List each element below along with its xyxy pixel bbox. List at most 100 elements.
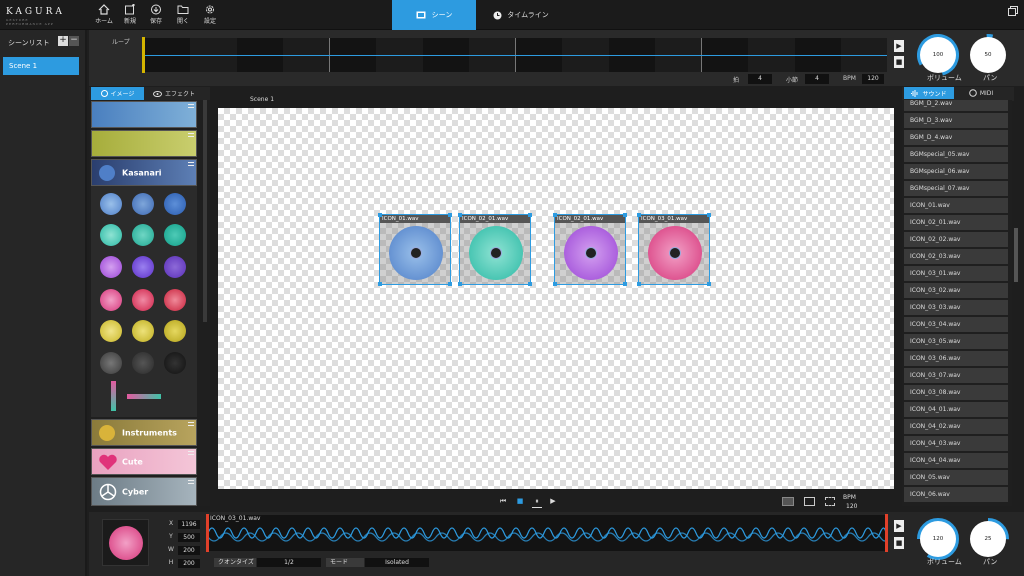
window-icon[interactable] bbox=[804, 497, 815, 506]
home-button[interactable]: ホーム bbox=[93, 4, 115, 28]
waveform-display[interactable] bbox=[207, 515, 887, 551]
settings-button[interactable]: 設定 bbox=[199, 4, 221, 28]
sound-list-scrollbar[interactable] bbox=[1014, 228, 1018, 282]
swatch-teal-3[interactable] bbox=[164, 224, 186, 246]
sound-item[interactable]: ICON_04_01.wav bbox=[904, 402, 1008, 417]
stop-button[interactable]: ■ bbox=[516, 497, 524, 505]
sound-item[interactable]: ICON_02_02.wav bbox=[904, 232, 1008, 247]
library-category-yellow[interactable] bbox=[91, 130, 197, 157]
tab-effect[interactable]: エフェクト bbox=[146, 87, 202, 100]
swatch-purple-3[interactable] bbox=[164, 256, 186, 278]
resize-handle[interactable] bbox=[458, 282, 462, 286]
sound-item[interactable]: ICON_03_02.wav bbox=[904, 283, 1008, 298]
sound-item[interactable]: ICON_03_05.wav bbox=[904, 334, 1008, 349]
sound-item[interactable]: ICON_03_07.wav bbox=[904, 368, 1008, 383]
tab-sound-overlay[interactable]: サウンド bbox=[904, 87, 954, 99]
bpm-value[interactable]: 120 bbox=[862, 74, 884, 84]
clip-stop-button[interactable]: ■ bbox=[894, 537, 904, 549]
clip-pan-knob[interactable]: 25 bbox=[970, 521, 1006, 557]
canvas-clip[interactable]: ICON_03_01.wav bbox=[637, 213, 711, 286]
clip-play-button[interactable]: ▶ bbox=[894, 520, 904, 532]
resize-handle[interactable] bbox=[528, 282, 532, 286]
resize-handle[interactable] bbox=[458, 213, 462, 217]
resize-handle[interactable] bbox=[528, 213, 532, 217]
resize-handle[interactable] bbox=[378, 282, 382, 286]
tab-scene[interactable]: シーン bbox=[392, 0, 476, 30]
waveform-start-marker[interactable] bbox=[206, 514, 209, 552]
swatch-purple-2[interactable] bbox=[132, 256, 154, 278]
library-category-blue[interactable] bbox=[91, 101, 197, 128]
swatch-gray-1[interactable] bbox=[100, 352, 122, 374]
remove-scene-button[interactable]: − bbox=[69, 36, 79, 46]
canvas-clip[interactable]: ICON_01.wav bbox=[378, 213, 452, 286]
resize-handle[interactable] bbox=[448, 213, 452, 217]
sound-item[interactable]: ICON_04_03.wav bbox=[904, 436, 1008, 451]
sound-item[interactable]: BGMspecial_07.wav bbox=[904, 181, 1008, 196]
save-button[interactable]: 保存 bbox=[145, 4, 167, 28]
master-pan-knob[interactable]: 50 bbox=[970, 37, 1006, 73]
bar-value[interactable]: 4 bbox=[805, 74, 829, 84]
y-field[interactable]: 500 bbox=[178, 533, 200, 542]
loop-stop-button[interactable]: ■ bbox=[894, 56, 904, 68]
add-scene-button[interactable]: + bbox=[58, 36, 68, 46]
fullscreen-icon[interactable] bbox=[825, 497, 835, 506]
sound-item[interactable]: BGM_D_3.wav bbox=[904, 113, 1008, 128]
sound-item[interactable]: ICON_02_01.wav bbox=[904, 215, 1008, 230]
sound-item[interactable]: BGM_D_4.wav bbox=[904, 130, 1008, 145]
tab-timeline[interactable]: タイムライン bbox=[476, 0, 566, 30]
window-restore-icon[interactable] bbox=[1008, 6, 1018, 16]
sound-item[interactable]: ICON_06.wav bbox=[904, 487, 1008, 502]
tab-image[interactable]: イメージ bbox=[91, 87, 144, 100]
loop-play-button[interactable]: ▶ bbox=[894, 40, 904, 52]
quantize-value[interactable]: 1/2 bbox=[257, 558, 321, 567]
sound-item[interactable]: ICON_03_08.wav bbox=[904, 385, 1008, 400]
beat-value[interactable]: 4 bbox=[748, 74, 772, 84]
tab-midi-overlay[interactable]: MIDI bbox=[956, 87, 1006, 99]
play-button[interactable]: ▶ bbox=[549, 497, 557, 505]
sound-item[interactable]: ICON_02_03.wav bbox=[904, 249, 1008, 264]
clip-volume-knob[interactable]: 120 bbox=[920, 521, 956, 557]
swatch-blue-1[interactable] bbox=[100, 193, 122, 215]
swatch-yellow-3[interactable] bbox=[164, 320, 186, 342]
library-category-cute[interactable]: Cute bbox=[91, 448, 197, 475]
scene-list-item[interactable]: Scene 1 bbox=[3, 57, 79, 75]
sound-item[interactable]: ICON_03_01.wav bbox=[904, 266, 1008, 281]
pause-button[interactable]: ⏸ bbox=[533, 497, 541, 505]
sound-item[interactable]: ICON_03_06.wav bbox=[904, 351, 1008, 366]
skip-back-button[interactable]: ⏮ bbox=[499, 497, 507, 505]
scene-canvas[interactable] bbox=[218, 108, 894, 489]
sound-item[interactable]: BGMspecial_06.wav bbox=[904, 164, 1008, 179]
resize-handle[interactable] bbox=[707, 282, 711, 286]
open-button[interactable]: 開く bbox=[172, 4, 194, 28]
library-category-kasanari[interactable]: Kasanari bbox=[91, 159, 197, 186]
swatch-blue-3[interactable] bbox=[164, 193, 186, 215]
swatch-yellow-2[interactable] bbox=[132, 320, 154, 342]
swatch-pink-1[interactable] bbox=[100, 289, 122, 311]
swatch-pink-3[interactable] bbox=[164, 289, 186, 311]
resize-handle[interactable] bbox=[707, 213, 711, 217]
resize-handle[interactable] bbox=[553, 213, 557, 217]
resize-handle[interactable] bbox=[623, 282, 627, 286]
gradient-bar-vertical[interactable] bbox=[111, 381, 116, 411]
resize-handle[interactable] bbox=[378, 213, 382, 217]
library-category-instruments[interactable]: Instruments bbox=[91, 419, 197, 446]
swatch-teal-2[interactable] bbox=[132, 224, 154, 246]
canvas-clip[interactable]: ICON_02_01.wav bbox=[458, 213, 532, 286]
resize-handle[interactable] bbox=[637, 213, 641, 217]
resize-handle[interactable] bbox=[623, 213, 627, 217]
new-button[interactable]: 新規 bbox=[119, 4, 141, 28]
h-field[interactable]: 200 bbox=[178, 559, 200, 568]
swatch-pink-2[interactable] bbox=[132, 289, 154, 311]
resize-handle[interactable] bbox=[553, 282, 557, 286]
resize-handle[interactable] bbox=[448, 282, 452, 286]
library-scrollbar[interactable] bbox=[203, 100, 207, 322]
sound-item[interactable]: ICON_03_04.wav bbox=[904, 317, 1008, 332]
master-volume-knob[interactable]: 100 bbox=[920, 37, 956, 73]
mode-value[interactable]: Isolated bbox=[365, 558, 429, 567]
sound-item[interactable]: ICON_01.wav bbox=[904, 198, 1008, 213]
resize-handle[interactable] bbox=[637, 282, 641, 286]
waveform-end-marker[interactable] bbox=[885, 514, 888, 552]
gradient-bar-horizontal[interactable] bbox=[127, 394, 161, 399]
w-field[interactable]: 200 bbox=[178, 546, 200, 555]
sound-item[interactable]: ICON_04_02.wav bbox=[904, 419, 1008, 434]
